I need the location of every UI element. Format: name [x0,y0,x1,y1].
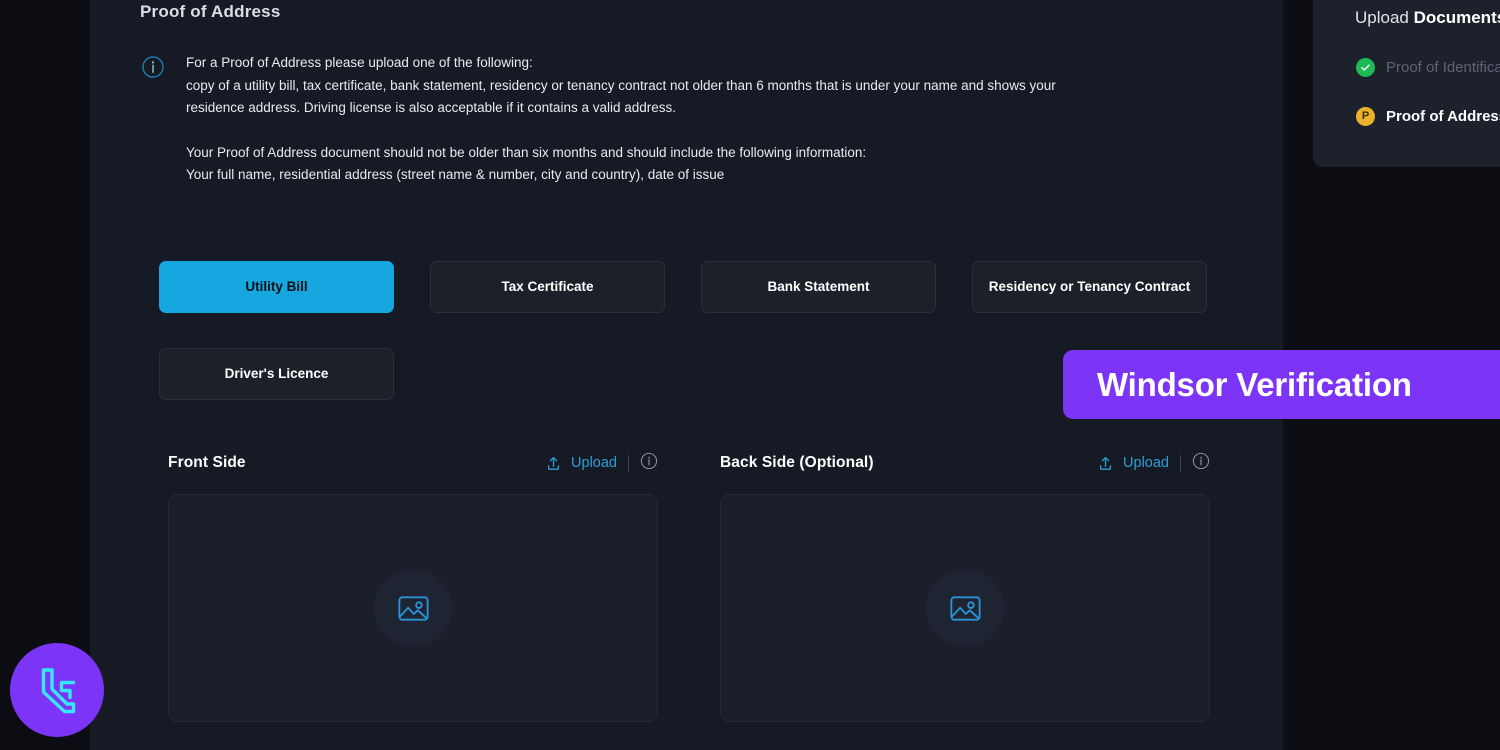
front-side-label: Front Side [168,454,246,471]
check-circle-icon [1356,58,1375,77]
back-side-upload-label: Upload [1123,455,1169,471]
pending-circle-glyph: P [1361,110,1370,122]
doc-type-tax-certificate[interactable]: Tax Certificate [430,261,665,313]
step-proof-of-address[interactable]: P Proof of Address [1356,107,1500,126]
back-side-label: Back Side (Optional) [720,454,874,471]
front-side-info-icon[interactable] [640,452,658,475]
upload-documents-title: Upload Documents [1355,8,1500,28]
front-side-drop-zone[interactable] [168,494,658,722]
upload-documents-title-prefix: Upload [1355,8,1414,27]
doc-type-residency-or-tenancy-contract[interactable]: Residency or Tenancy Contract [972,261,1207,313]
app-root: Proof of Address For a Proof of Address … [0,0,1500,750]
pending-circle-icon: P [1356,107,1375,126]
image-placeholder-icon [394,589,433,628]
back-side-divider [1180,454,1181,472]
back-side-upload-column: Back Side (Optional) Upload [720,448,1210,722]
step-proof-of-address-label: Proof of Address [1386,108,1500,125]
doc-type-utility-bill[interactable]: Utility Bill [159,261,394,313]
doc-type-drivers-licence[interactable]: Driver's Licence [159,348,394,400]
windsor-verification-label: Windsor Verification [1097,365,1412,403]
step-proof-of-identification-label: Proof of Identification [1386,59,1500,76]
front-side-upload-label: Upload [571,455,617,471]
front-side-divider [628,454,629,472]
back-side-upload-button[interactable]: Upload [1097,455,1169,472]
page-title: Proof of Address [140,2,281,21]
info-line-1: For a Proof of Address please upload one… [186,55,533,70]
info-line-4: Your Proof of Address document should no… [186,144,867,160]
back-side-actions: Upload [1097,448,1210,478]
image-placeholder-icon [946,589,985,628]
back-side-drop-zone[interactable] [720,494,1210,722]
front-side-upload-column: Front Side Upload [168,448,658,722]
info-block: For a Proof of Address please upload one… [142,52,1252,187]
info-line-2: copy of a utility bill, tax certificate,… [186,77,1056,93]
front-side-actions: Upload [545,448,658,478]
upload-documents-card: Upload Documents Proof of Identification… [1313,0,1500,167]
info-line-5: Your full name, residential address (str… [186,167,725,182]
front-side-upload-button[interactable]: Upload [545,455,617,472]
step-proof-of-identification[interactable]: Proof of Identification [1356,58,1500,77]
front-side-placeholder-circle [374,569,452,647]
info-circle-icon [142,56,164,78]
back-side-placeholder-circle [926,569,1004,647]
back-side-header: Back Side (Optional) Upload [720,448,1210,478]
back-side-info-icon[interactable] [1192,452,1210,475]
upload-documents-title-strong: Documents [1413,8,1500,27]
windsor-logo-icon[interactable] [10,643,104,737]
windsor-verification-banner[interactable]: Windsor Verification [1063,350,1500,419]
upload-arrow-icon [1097,455,1114,472]
left-rail [0,0,90,750]
info-line-3: residence address. Driving license is al… [186,100,677,115]
info-text: For a Proof of Address please upload one… [186,52,1056,187]
doc-type-bank-statement[interactable]: Bank Statement [701,261,936,313]
upload-arrow-icon [545,455,562,472]
front-side-header: Front Side Upload [168,448,658,478]
